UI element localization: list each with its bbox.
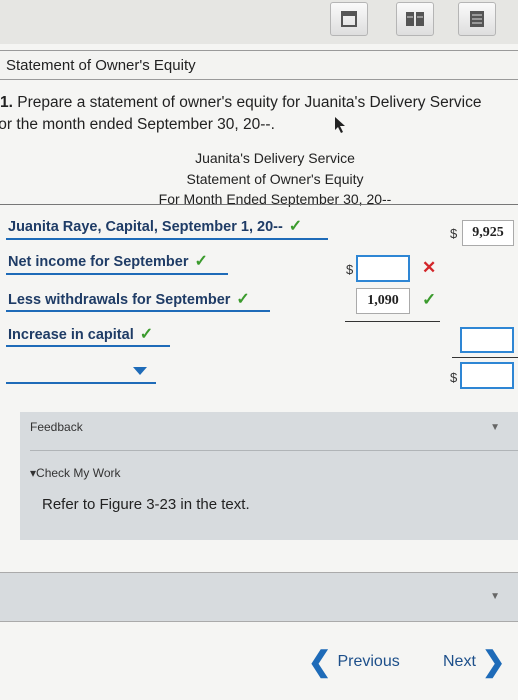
question-text-line2: for the month ended September 30, 20--. xyxy=(0,116,275,133)
list-view-button[interactable] xyxy=(458,2,496,36)
subtotal-rule xyxy=(345,321,440,322)
correct-check-icon: ✓ xyxy=(194,253,208,270)
capital-label-underline xyxy=(6,238,328,240)
capital-label: Juanita Raye, Capital, September 1, 20--… xyxy=(8,218,303,235)
incorrect-x-icon: ✕ xyxy=(422,258,437,277)
account-dropdown[interactable] xyxy=(6,358,156,382)
total-rule xyxy=(452,357,518,358)
question-number: 1. xyxy=(0,94,13,111)
section-title: Statement of Owner's Equity xyxy=(0,50,518,80)
two-page-view-button[interactable] xyxy=(396,2,434,36)
increase-input[interactable] xyxy=(460,327,514,353)
chevron-left-icon: ❮ xyxy=(308,646,332,677)
capital-dollar-sign: $ xyxy=(450,226,458,241)
statement-company: Juanita's Delivery Service xyxy=(195,150,355,166)
dropdown-underline xyxy=(6,382,156,384)
statement-name: Statement of Owner's Equity xyxy=(186,171,364,187)
total-dollar-sign: $ xyxy=(450,370,458,385)
feedback-title: Feedback xyxy=(30,420,83,434)
net-income-underline xyxy=(6,273,228,275)
net-income-dollar-sign: $ xyxy=(346,262,354,277)
check-my-work-toggle[interactable]: ▾Check My Work xyxy=(30,466,121,480)
single-page-view-button[interactable] xyxy=(330,2,368,36)
mouse-cursor-icon xyxy=(335,117,345,133)
feedback-collapse-icon[interactable]: ▼ xyxy=(490,422,500,433)
withdrawals-underline xyxy=(6,310,270,312)
view-toolbar xyxy=(0,0,518,44)
correct-check-icon: ✓ xyxy=(139,326,154,343)
previous-button[interactable]: ❮ Previous xyxy=(308,648,400,676)
question-text-line1: Prepare a statement of owner's equity fo… xyxy=(17,94,482,111)
increase-label: Increase in capital ✓ xyxy=(8,326,154,343)
correct-check-icon: ✓ xyxy=(288,218,303,235)
next-button[interactable]: Next ❯ xyxy=(443,648,505,676)
single-page-view-icon xyxy=(341,11,357,27)
feedback-divider xyxy=(30,450,518,451)
capital-amount: 9,925 xyxy=(462,220,514,246)
correct-check-icon: ✓ xyxy=(236,291,250,308)
withdrawals-label: Less withdrawals for September ✓ xyxy=(8,291,250,308)
ending-capital-input[interactable] xyxy=(460,362,514,389)
feedback-hint: Refer to Figure 3-23 in the text. xyxy=(42,496,250,513)
dropdown-triangle-icon xyxy=(133,367,147,375)
increase-underline xyxy=(6,345,170,347)
header-divider xyxy=(0,204,518,205)
correct-check-icon: ✓ xyxy=(422,290,437,309)
panel-expand-icon[interactable]: ▼ xyxy=(490,591,500,602)
net-income-input[interactable] xyxy=(356,255,410,282)
secondary-panel: ▼ xyxy=(0,572,518,622)
withdrawals-amount: 1,090 xyxy=(356,288,410,314)
question-prompt: 1. Prepare a statement of owner's equity… xyxy=(0,92,518,136)
feedback-panel: Feedback ▼ ▾Check My Work Refer to Figur… xyxy=(20,412,518,540)
question-page: Statement of Owner's Equity 1. Prepare a… xyxy=(0,44,518,700)
net-income-label: Net income for September ✓ xyxy=(8,253,208,270)
list-view-icon xyxy=(470,11,484,27)
two-page-view-icon xyxy=(406,12,424,26)
chevron-right-icon: ❯ xyxy=(481,646,506,677)
